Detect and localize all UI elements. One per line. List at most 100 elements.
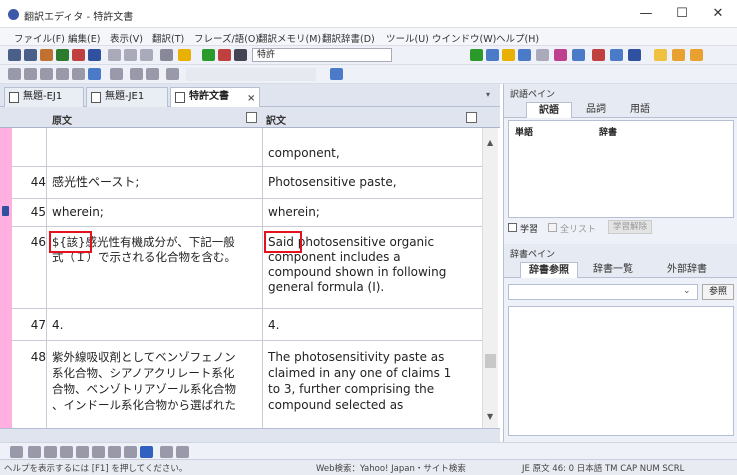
mode-select[interactable]: 特許 [252, 48, 392, 62]
dropdown-icon[interactable]: ⌄ [683, 286, 691, 296]
tab-untitled-ej1[interactable]: 無題-EJ1 [4, 87, 84, 107]
menu-dictionary[interactable]: 翻訳辞書(D) [322, 31, 375, 45]
target-cell[interactable]: 4. [268, 318, 279, 333]
target-cell[interactable]: compound selected as [268, 398, 403, 413]
copy-icon[interactable] [124, 49, 137, 61]
mode-icon[interactable] [234, 49, 247, 61]
layout3-icon[interactable] [690, 49, 703, 61]
minimize-button[interactable]: — [631, 4, 661, 24]
target-cell[interactable]: wherein; [268, 205, 320, 220]
tab-untitled-je1[interactable]: 無題-JE1 [86, 87, 168, 107]
close-tab-icon[interactable]: × [247, 90, 255, 108]
tab-term[interactable]: 用語 [618, 102, 662, 118]
menu-view[interactable]: 表示(V) [110, 31, 143, 45]
scroll-thumb[interactable] [485, 354, 496, 368]
fore-icon[interactable] [470, 49, 483, 61]
new-je-icon[interactable] [24, 49, 37, 61]
go-icon[interactable] [330, 68, 343, 80]
view-icon[interactable] [146, 68, 159, 80]
forward-arrow-icon[interactable] [24, 68, 37, 80]
text-icon[interactable] [72, 68, 85, 80]
close-button[interactable]: ✕ [703, 4, 733, 24]
learn-icon[interactable] [592, 49, 605, 61]
menu-tools[interactable]: ツール(U) [386, 31, 429, 45]
sync-icon[interactable] [110, 68, 123, 80]
source-cell[interactable]: 感光性ペースト; [52, 175, 139, 190]
refresh-icon[interactable] [40, 68, 53, 80]
new-icon[interactable] [8, 49, 21, 61]
learn-checkbox[interactable] [508, 223, 517, 232]
bottom-tool-icon[interactable] [140, 446, 153, 458]
reference-button[interactable]: 参照 [702, 284, 734, 300]
translate-icon[interactable] [202, 49, 215, 61]
dict-icon[interactable] [502, 49, 515, 61]
tab-dropdown-icon[interactable]: ▾ [486, 90, 490, 99]
all-list-checkbox[interactable] [548, 223, 557, 232]
back-icon[interactable] [486, 49, 499, 61]
search-icon[interactable] [536, 49, 549, 61]
source-column-icon[interactable] [246, 112, 257, 123]
open-icon[interactable] [40, 49, 53, 61]
tab-external-dict[interactable]: 外部辞書 [656, 262, 718, 278]
scroll-down-icon[interactable]: ▼ [487, 412, 493, 421]
maximize-button[interactable]: ☐ [667, 4, 697, 24]
menu-file[interactable]: ファイル(F) [14, 31, 65, 45]
print-icon[interactable] [160, 49, 173, 61]
translation-list[interactable]: 単語 辞書 [508, 120, 734, 218]
tab-pos[interactable]: 品詞 [576, 102, 616, 118]
bottom-tool-icon[interactable] [160, 446, 173, 458]
tab-patent-doc[interactable]: 特許文書 × [170, 87, 260, 107]
scroll-icon[interactable] [130, 68, 143, 80]
cut-icon[interactable] [108, 49, 121, 61]
horizontal-scrollbar[interactable] [0, 428, 500, 442]
bottom-tool-icon[interactable] [10, 446, 23, 458]
target-cell[interactable]: compound shown in following [268, 265, 446, 280]
target-cell[interactable]: component, [268, 146, 340, 161]
bottom-tool-icon[interactable] [92, 446, 105, 458]
target-cell[interactable]: claimed in any one of claims 1 [268, 366, 451, 381]
bottom-tool-icon[interactable] [76, 446, 89, 458]
menu-window[interactable]: ウインドウ(W) [432, 31, 496, 45]
translate-all-icon[interactable] [218, 49, 231, 61]
paste-icon[interactable] [140, 49, 153, 61]
panel-icon[interactable] [628, 49, 641, 61]
bottom-tool-icon[interactable] [28, 446, 41, 458]
dict-result-area[interactable] [508, 306, 734, 436]
menu-edit[interactable]: 編集(E) [68, 31, 100, 45]
nav-icon[interactable] [88, 68, 101, 80]
tab-dict-list[interactable]: 辞書一覧 [584, 262, 642, 278]
layout2-icon[interactable] [672, 49, 685, 61]
dict-search-input[interactable]: ⌄ [508, 284, 698, 300]
target-column-icon[interactable] [466, 112, 477, 123]
target-cell[interactable]: The photosensitivity paste as [268, 350, 444, 365]
options-icon[interactable] [166, 68, 179, 80]
check-icon[interactable] [572, 49, 585, 61]
address-field[interactable] [186, 68, 316, 81]
target-cell[interactable]: Photosensitive paste, [268, 175, 397, 190]
menu-help[interactable]: ヘルプ(H) [496, 31, 539, 45]
vertical-scrollbar[interactable]: ▲ ▼ [482, 128, 498, 428]
bottom-tool-icon[interactable] [108, 446, 121, 458]
bottom-tool-icon[interactable] [60, 446, 73, 458]
unlearn-button[interactable]: 学習解除 [608, 220, 652, 234]
source-cell[interactable]: 系化合物、シアノアクリレート系化 [52, 366, 234, 381]
help-icon[interactable] [178, 49, 191, 61]
compare-icon[interactable] [554, 49, 567, 61]
source-cell[interactable]: 合物、ベンゾトリアゾール系化合物 [52, 382, 236, 397]
memo-icon[interactable] [518, 49, 531, 61]
source-cell[interactable]: 4. [52, 318, 63, 333]
save-icon[interactable] [88, 49, 101, 61]
back-arrow-icon[interactable] [8, 68, 21, 80]
source-cell[interactable]: 、インドール系化合物から選ばれた [52, 398, 236, 413]
layout1-icon[interactable] [654, 49, 667, 61]
target-cell[interactable]: general formula (I). [268, 280, 384, 295]
list-icon[interactable] [610, 49, 623, 61]
open-folder-icon[interactable] [56, 49, 69, 61]
recent-icon[interactable] [72, 49, 85, 61]
bottom-tool-icon[interactable] [176, 446, 189, 458]
source-cell[interactable]: 紫外線吸収剤としてベンゾフェノン [52, 350, 236, 365]
menu-tm[interactable]: 翻訳メモリ(M) [258, 31, 321, 45]
status-web-search[interactable]: Web検索：Yahoo! Japan・サイト検索 [316, 462, 466, 474]
source-cell[interactable]: wherein; [52, 205, 104, 220]
scroll-up-icon[interactable]: ▲ [487, 138, 493, 147]
